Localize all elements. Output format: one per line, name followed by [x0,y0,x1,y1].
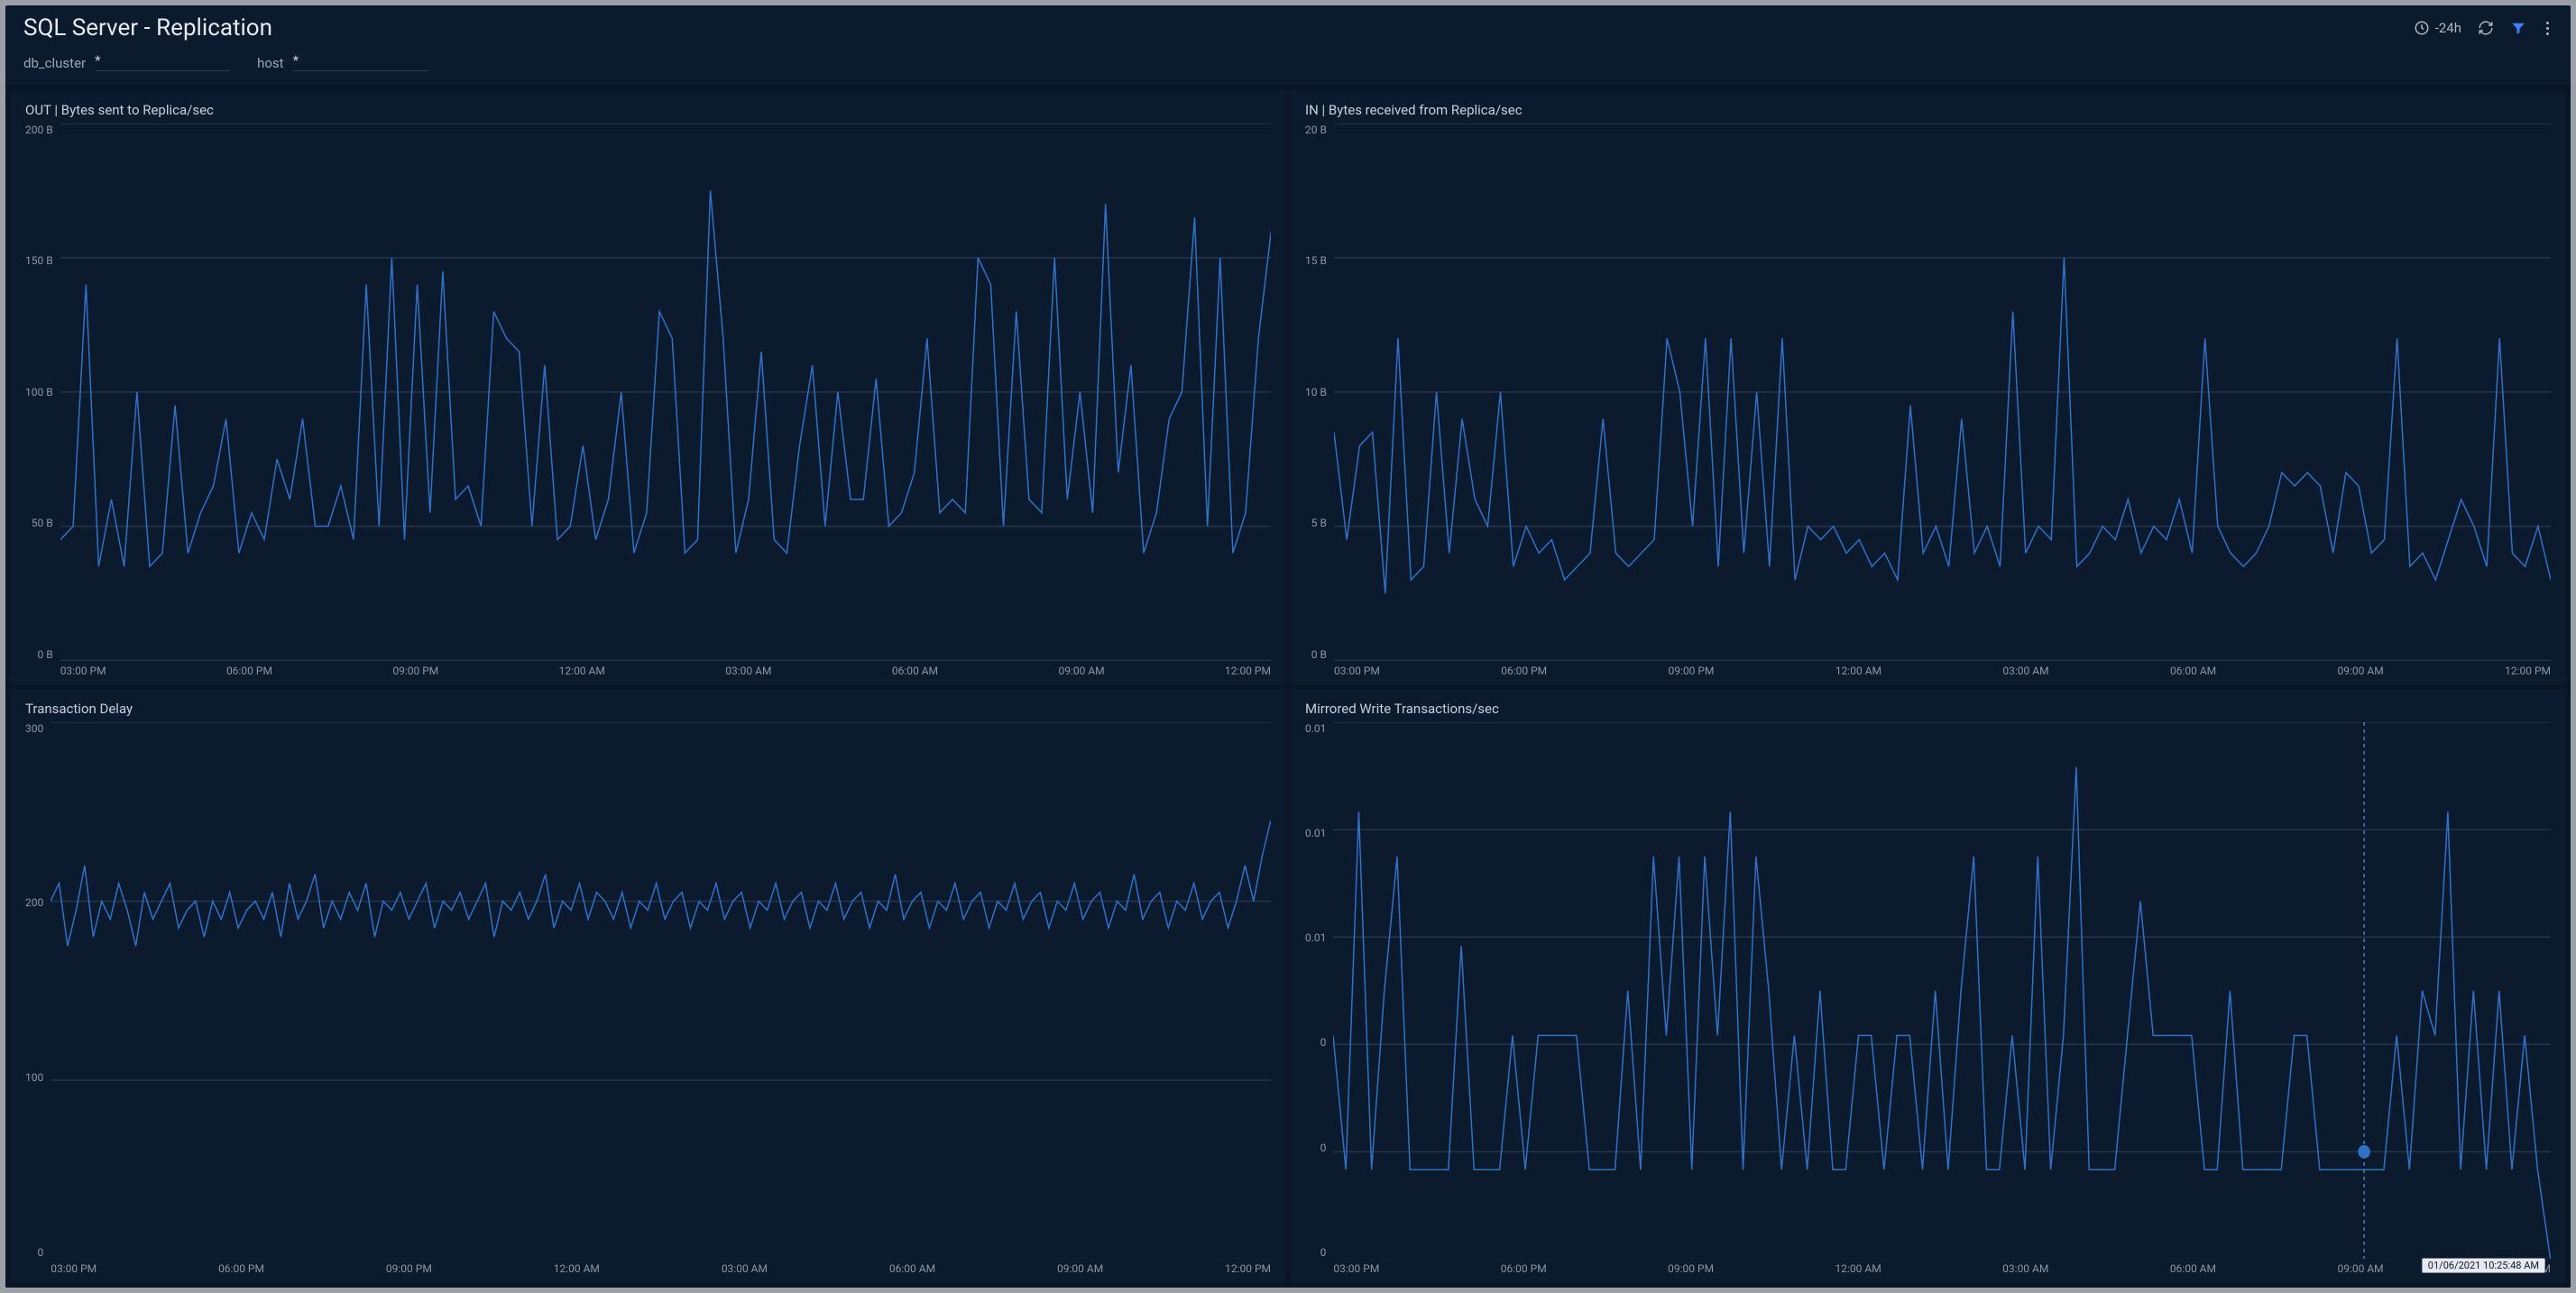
x-tick: 03:00 PM [1333,1262,1379,1275]
x-tick: 06:00 PM [1501,1262,1547,1275]
x-tick: 06:00 AM [2170,665,2216,677]
x-tick: 12:00 PM [1225,1262,1271,1275]
y-tick: 0 [1320,1246,1327,1259]
time-range-picker[interactable]: -24h [2414,20,2461,36]
y-tick: 20 B [1305,124,1327,136]
x-tick: 12:00 AM [559,665,605,677]
plot-column: 03:00 PM 06:00 PM 09:00 PM 12:00 AM 03:00 AM… [51,722,1271,1276]
filter-host: host * [257,52,428,71]
x-tick: 06:00 PM [218,1262,264,1275]
y-tick: 0.01 [1305,827,1326,839]
filter-value-host[interactable]: * [293,52,428,71]
x-tick: 12:00 PM [2505,665,2551,677]
x-tick: 09:00 AM [1058,665,1104,677]
y-axis: 20 B 15 B 10 B 5 B 0 B [1305,124,1334,677]
x-tick: 09:00 PM [386,1262,432,1275]
y-tick: 200 [25,896,43,909]
y-tick: 10 B [1305,386,1327,399]
y-axis: 200 B 150 B 100 B 50 B 0 B [25,124,60,677]
chart-body[interactable]: 0.010.010.0100001/06/2021 10:25:48 AM03:… [1305,722,2551,1276]
y-tick: 50 B [32,517,53,529]
x-tick: 03:00 AM [2002,665,2048,677]
dashboard-root: SQL Server - Replication -24h db_cluster… [5,5,2571,1288]
y-tick: 200 B [25,124,53,136]
plot-area[interactable] [51,722,1271,1260]
filter-label: host [257,55,283,71]
y-tick: 100 [25,1071,43,1084]
filter-value-db-cluster[interactable]: * [95,52,230,71]
clock-icon [2414,20,2430,36]
x-tick: 12:00 AM [1835,1262,1881,1275]
chart-panel: OUT | Bytes sent to Replica/sec 200 B 150 … [11,91,1285,684]
panel-title: OUT | Bytes sent to Replica/sec [25,102,1271,118]
x-tick: 06:00 AM [2170,1262,2216,1275]
y-tick: 15 B [1305,254,1327,267]
header-bar: SQL Server - Replication -24h [5,5,2571,47]
x-tick: 03:00 PM [51,1262,97,1275]
x-tick: 09:00 PM [392,665,438,677]
x-tick: 06:00 AM [889,1262,935,1275]
time-range-label: -24h [2435,20,2461,36]
panel-title: Mirrored Write Transactions/sec [1305,701,2551,717]
chart-panel: Transaction Delay 300 200 100 0 03:00 PM 06:00… [11,690,1285,1283]
plot-column: 01/06/2021 10:25:48 AM03:00 PM06:00 PM09… [1333,722,2551,1276]
chart-body[interactable]: 200 B 150 B 100 B 50 B 0 B 03:00 PM 06:00 PM 09… [25,124,1271,677]
header-actions: -24h [2414,20,2553,36]
x-tick: 03:00 PM [60,665,106,677]
x-axis: 03:00 PM 06:00 PM 09:00 PM 12:00 AM 03:00 AM… [51,1259,1271,1275]
x-tick: 09:00 AM [2338,665,2384,677]
y-tick: 150 B [25,254,53,267]
y-tick: 0.01 [1305,931,1326,944]
x-axis: 03:00 PM 06:00 PM 09:00 PM 12:00 AM 03:00 AM… [1334,661,2551,677]
page-title: SQL Server - Replication [23,14,2414,41]
y-tick: 0.01 [1305,722,1326,735]
x-tick: 09:00 PM [1669,665,1715,677]
x-tick: 09:00 AM [1057,1262,1103,1275]
x-tick: 12:00 AM [554,1262,600,1275]
x-tick: 12:00 AM [1835,665,1881,677]
x-axis: 03:00 PM 06:00 PM 09:00 PM 12:00 AM 03:00 AM… [60,661,1271,677]
x-tick: 09:00 AM [2337,1262,2383,1275]
filter-label: db_cluster [23,55,86,71]
x-tick: 06:00 AM [892,665,938,677]
filter-icon[interactable] [2510,20,2526,36]
x-tick: 06:00 PM [226,665,272,677]
x-tick: 03:00 PM [1334,665,1380,677]
plot-area[interactable] [60,124,1271,661]
more-menu-icon[interactable] [2543,22,2553,35]
y-tick: 300 [25,722,43,735]
x-tick: 09:00 PM [1668,1262,1714,1275]
plot-area[interactable] [1333,722,2551,1260]
x-tick: 03:00 AM [725,665,771,677]
y-axis: 0.01 0.01 0.01 0 0 0 [1305,722,1333,1276]
filter-db-cluster: db_cluster * [23,52,230,71]
y-tick: 0 B [37,648,52,661]
y-tick: 5 B [1311,517,1327,529]
y-tick: 0 [37,1246,43,1259]
x-tick: 03:00 AM [722,1262,768,1275]
plot-column: 03:00 PM 06:00 PM 09:00 PM 12:00 AM 03:00 AM… [1334,124,2551,677]
panel-title: IN | Bytes received from Replica/sec [1305,102,2551,118]
chart-body[interactable]: 300 200 100 0 03:00 PM 06:00 PM 09:00 PM 12:00 … [25,722,1271,1276]
panel-grid: OUT | Bytes sent to Replica/sec 200 B 150 … [5,86,2571,1288]
y-axis: 300 200 100 0 [25,722,51,1276]
chart-body[interactable]: 20 B 15 B 10 B 5 B 0 B 03:00 PM 06:00 PM 09:00 … [1305,124,2551,677]
chart-panel: Mirrored Write Transactions/sec0.010.010… [1291,690,2565,1283]
x-tick: 12:00 PM [2505,1262,2551,1275]
plot-area[interactable] [1334,124,2551,661]
panel-title: Transaction Delay [25,701,1271,717]
plot-column: 03:00 PM 06:00 PM 09:00 PM 12:00 AM 03:00 AM… [60,124,1271,677]
x-tick: 12:00 PM [1225,665,1271,677]
x-axis: 03:00 PM 06:00 PM 09:00 PM 12:00 AM 03:00 AM… [1333,1259,2551,1275]
filter-bar: db_cluster * host * [5,47,2571,86]
y-tick: 100 B [25,386,53,399]
y-tick: 0 B [1311,648,1327,661]
refresh-icon[interactable] [2478,20,2494,36]
y-tick: 0 [1320,1142,1327,1154]
chart-panel: IN | Bytes received from Replica/sec 20 B… [1291,91,2565,684]
y-tick: 0 [1320,1036,1327,1049]
x-tick: 03:00 AM [2002,1262,2048,1275]
x-tick: 06:00 PM [1501,665,1547,677]
